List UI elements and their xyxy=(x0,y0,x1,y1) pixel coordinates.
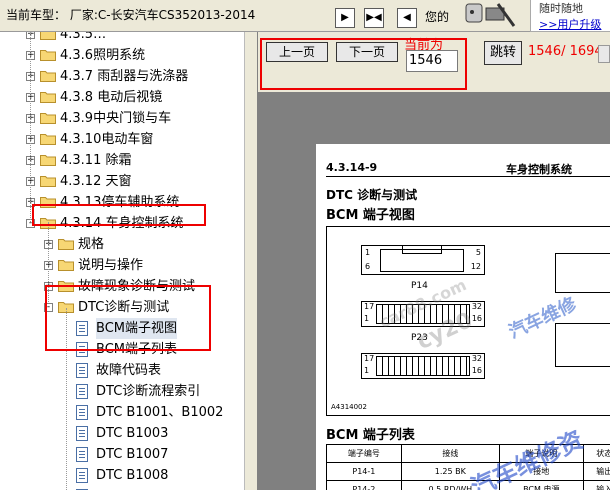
tree-item[interactable]: +4.3.5… xyxy=(0,32,244,45)
document-icon xyxy=(76,447,88,462)
connector-p14: 1 5 6 12 xyxy=(361,245,485,275)
overflow-button[interactable] xyxy=(598,45,610,63)
highlight-toolbar xyxy=(260,38,467,90)
tree-item[interactable]: +4.3.11 除霜 xyxy=(0,150,244,171)
heading-terminal-list: BCM 端子列表 xyxy=(326,428,415,443)
folder-icon xyxy=(40,155,56,166)
tree-item[interactable]: DTC B1001、B1002 xyxy=(0,402,244,423)
tree-item[interactable]: DTC B1011 xyxy=(0,486,244,490)
connector-diagram: 1 5 6 12 P14 17 32 1 16 P23 17 32 1 16 A… xyxy=(326,226,610,416)
tree-item-label: 4.3.8 电动后视镜 xyxy=(60,90,163,105)
tree-item[interactable]: +4.3.10电动车窗 xyxy=(0,129,244,150)
tree-item[interactable]: +4.3.7 雨刮器与洗涤器 xyxy=(0,66,244,87)
tree-item[interactable]: + 规格 xyxy=(0,234,244,255)
folder-icon xyxy=(40,113,56,124)
col-state: 状态 xyxy=(582,444,610,463)
folder-icon xyxy=(40,176,56,187)
document-icon xyxy=(76,426,88,441)
tree-item-label: 4.3.9中央门锁与车 xyxy=(60,111,172,126)
tree-item-label: 4.3.10电动车窗 xyxy=(60,132,154,147)
jump-button[interactable]: 跳转 xyxy=(484,41,522,65)
tree-item-label: DTC B1011 xyxy=(96,486,168,490)
table-row: P14-1 1.25 BK 接地 输出 xyxy=(326,462,610,481)
tree-item-label: DTC诊断流程索引 xyxy=(96,384,201,399)
nav-fit-button[interactable]: ▶◀ xyxy=(364,8,384,28)
tree-item[interactable]: DTC B1003 xyxy=(0,423,244,444)
manual-page: 4.3.14-9 车身控制系统 DTC 诊断与测试 BCM 端子视图 1 5 6… xyxy=(316,144,610,490)
table-header-row: 端子编号 接线 端子说明 状态 xyxy=(326,444,610,463)
document-viewer[interactable]: 4.3.14-9 车身控制系统 DTC 诊断与测试 BCM 端子视图 1 5 6… xyxy=(258,92,610,490)
tree-item[interactable]: DTC B1008 xyxy=(0,465,244,486)
heading-terminal-view: BCM 端子视图 xyxy=(326,208,415,223)
tree-item-label: 4.3.5… xyxy=(60,32,107,42)
col-wire: 接线 xyxy=(400,444,500,463)
promo-box: 随时随地 >>用户升级 xyxy=(530,0,610,32)
folder-icon xyxy=(58,239,74,250)
tree-item-label: 4.3.7 雨刮器与洗涤器 xyxy=(60,69,189,84)
tree-item-label: 说明与操作 xyxy=(78,258,144,273)
tree-item[interactable]: +4.3.9中央门锁与车 xyxy=(0,108,244,129)
connector-lower: 17 32 1 16 xyxy=(361,353,485,379)
col-desc: 端子说明 xyxy=(498,444,584,463)
tree-item-label: 4.3.6照明系统 xyxy=(60,48,146,63)
section-title: 车身控制系统 xyxy=(506,163,572,176)
label-p23: P23 xyxy=(411,333,428,343)
header-rule xyxy=(326,176,610,177)
tree-item-label: DTC B1001、B1002 xyxy=(96,405,224,420)
your-text: 您的 xyxy=(425,10,450,24)
upgrade-link[interactable]: >>用户升级 xyxy=(539,16,601,32)
tree-item[interactable]: 故障代码表 xyxy=(0,360,244,381)
folder-icon xyxy=(40,134,56,145)
top-bar: 当前车型： 厂家:C-长安汽车CS352013-2014 ▶ ▶◀ ◀ 您的 随… xyxy=(0,0,610,32)
section-number: 4.3.14-9 xyxy=(326,161,378,174)
document-icon xyxy=(76,405,88,420)
tree-item-label: DTC B1007 xyxy=(96,447,169,462)
helper-mascot-icon xyxy=(465,3,516,27)
folder-icon xyxy=(58,260,74,271)
connector-right-1 xyxy=(555,253,610,293)
figure-code: A4314002 xyxy=(331,403,367,411)
folder-icon xyxy=(40,71,56,82)
connector-p23: 17 32 1 16 xyxy=(361,301,485,327)
promo-text: 随时随地 xyxy=(539,2,583,15)
col-terminal: 端子编号 xyxy=(326,444,402,463)
highlight-dtc xyxy=(45,285,211,351)
tree-item[interactable]: +4.3.8 电动后视镜 xyxy=(0,87,244,108)
tree-item-label: 故障代码表 xyxy=(96,363,162,378)
tree-item-label: DTC B1008 xyxy=(96,468,169,483)
tree-item[interactable]: + 说明与操作 xyxy=(0,255,244,276)
document-icon xyxy=(76,468,88,483)
chapter-tree[interactable]: +4.3.5… +4.3.6照明系统 +4.3.7 雨刮器与洗涤器 +4.3.8 电动… xyxy=(0,32,244,490)
tree-item-label: 4.3.11 除霜 xyxy=(60,153,132,168)
document-icon xyxy=(76,384,88,399)
nav-next-button[interactable]: ▶ xyxy=(335,8,355,28)
vehicle-title: 当前车型： 厂家:C-长安汽车CS352013-2014 xyxy=(6,8,256,22)
highlight-section xyxy=(32,204,206,226)
label-p14: P14 xyxy=(411,281,428,291)
folder-icon xyxy=(40,92,56,103)
table-row: P14-2 0.5 RD/WH BCM 电源 输入 xyxy=(326,480,610,490)
tree-guide-line xyxy=(30,32,31,222)
tree-item-label: 4.3.12 天窗 xyxy=(60,174,132,189)
tree-item[interactable]: +4.3.6照明系统 xyxy=(0,45,244,66)
tree-item[interactable]: DTC B1007 xyxy=(0,444,244,465)
page-count: 1546/ 1694 xyxy=(528,44,603,59)
folder-icon xyxy=(40,50,56,61)
folder-icon xyxy=(40,32,56,40)
heading-dtc: DTC 诊断与测试 xyxy=(326,188,418,202)
tree-item[interactable]: DTC诊断流程索引 xyxy=(0,381,244,402)
panel-splitter[interactable] xyxy=(244,32,258,490)
terminal-table: 端子编号 接线 端子说明 状态 P14-1 1.25 BK 接地 输出 P14-… xyxy=(326,444,610,490)
tree-item-label: 规格 xyxy=(78,237,105,252)
document-icon xyxy=(76,363,88,378)
nav-prev-button[interactable]: ◀ xyxy=(397,8,417,28)
connector-right-2 xyxy=(555,323,610,367)
tree-item-label: DTC B1003 xyxy=(96,426,169,441)
tree-item[interactable]: +4.3.12 天窗 xyxy=(0,171,244,192)
